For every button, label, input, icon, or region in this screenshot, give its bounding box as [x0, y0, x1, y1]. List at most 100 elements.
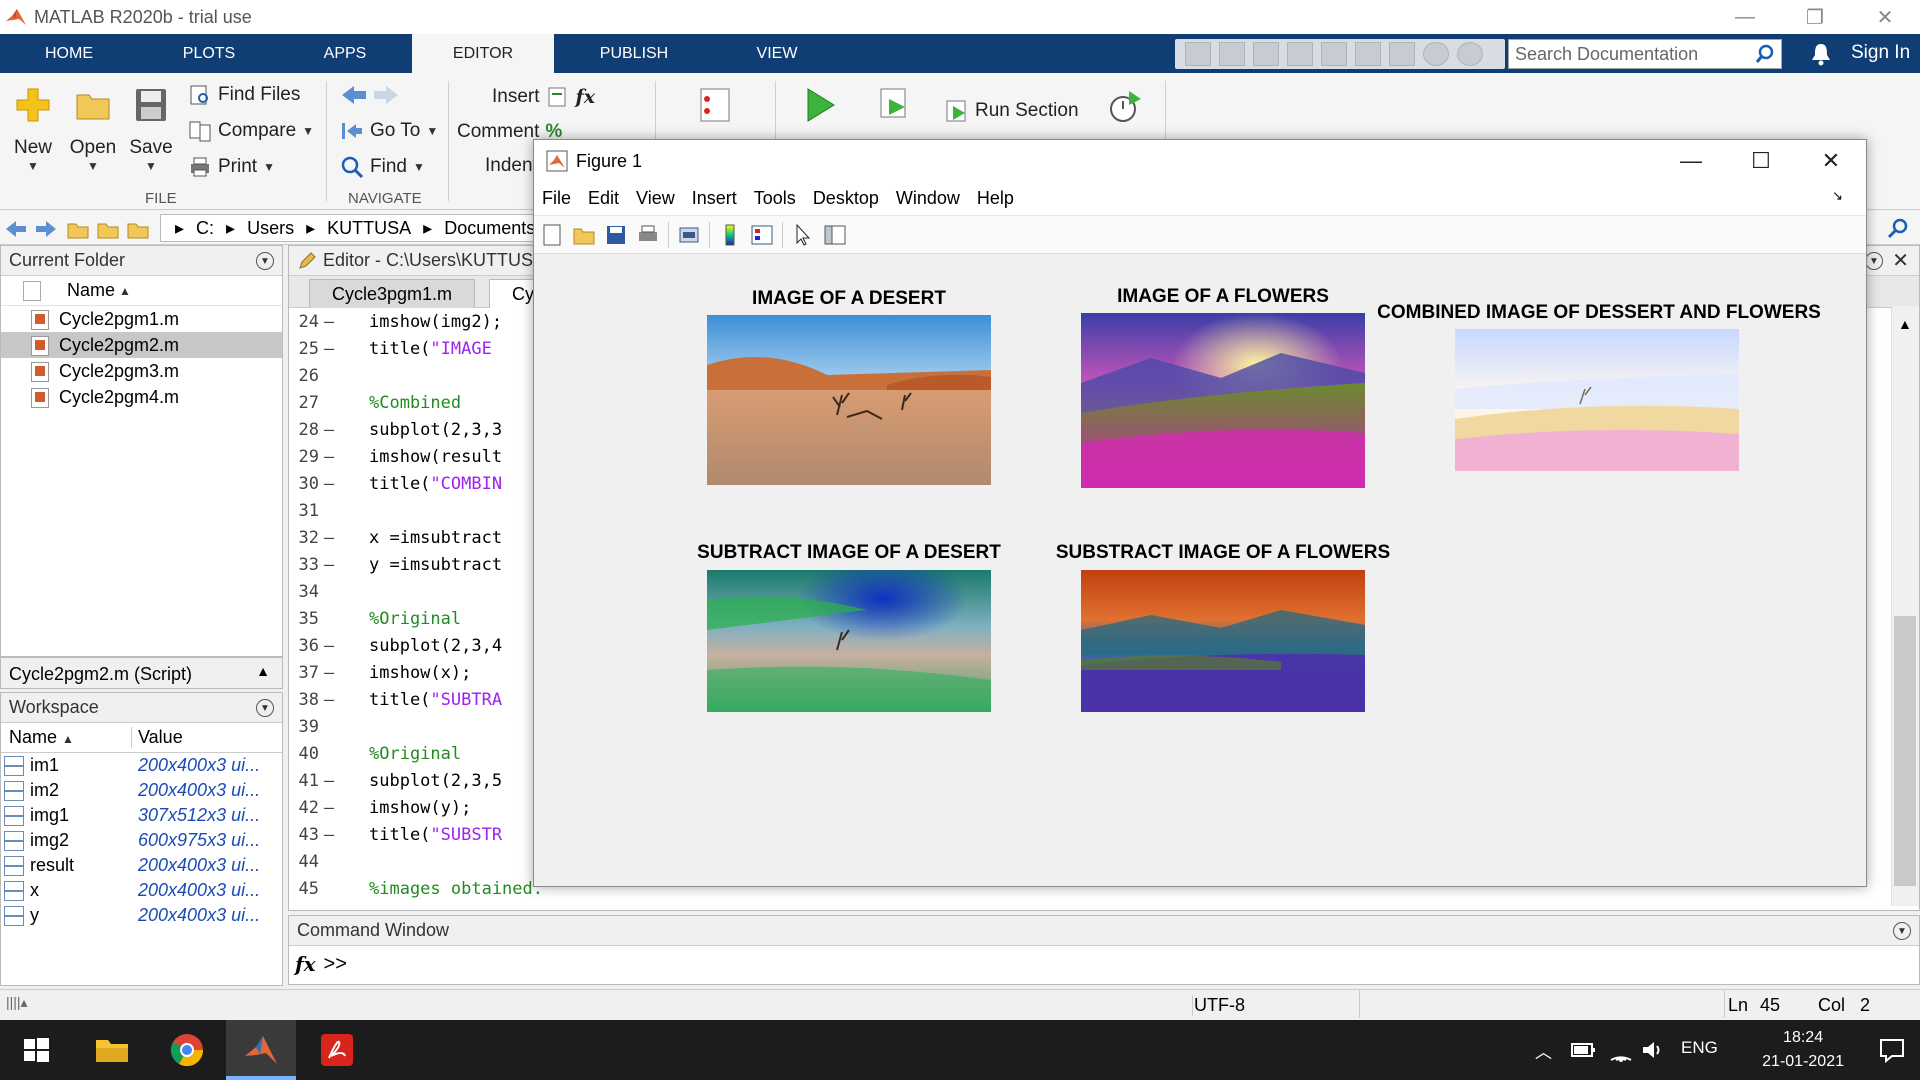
chrome-icon[interactable]: [167, 1030, 207, 1070]
indent-button[interactable]: Indent: [485, 155, 538, 177]
breakpoint-marker[interactable]: –: [319, 528, 339, 548]
notification-bell-icon[interactable]: [1810, 42, 1832, 66]
breakpoint-marker[interactable]: –: [319, 690, 339, 710]
undo-icon[interactable]: [1321, 42, 1347, 66]
file-details-bar[interactable]: Cycle2pgm2.m (Script) ▲: [0, 657, 283, 689]
edit-plot-pointer-icon[interactable]: [791, 223, 815, 247]
breakpoint-marker[interactable]: –: [319, 339, 339, 359]
panel-actions-icon[interactable]: ▼: [256, 252, 274, 270]
tab-plots[interactable]: PLOTS: [140, 34, 278, 73]
notification-center-icon[interactable]: [1878, 1036, 1906, 1064]
breakpoint-marker[interactable]: –: [319, 447, 339, 467]
find-button[interactable]: Find ▼: [340, 155, 425, 179]
path-segment[interactable]: Documents: [444, 218, 535, 239]
path-segment[interactable]: KUTTUSA: [327, 218, 411, 239]
breakpoint-marker[interactable]: –: [319, 771, 339, 791]
search-folder-icon[interactable]: [1886, 217, 1910, 239]
run-and-time-button[interactable]: [1100, 85, 1150, 137]
find-files-button[interactable]: Find Files: [188, 83, 300, 107]
breakpoint-marker[interactable]: –: [319, 636, 339, 656]
workspace-variable-row[interactable]: result 200x400x3 ui...: [1, 853, 282, 878]
new-button[interactable]: New ▼: [10, 85, 56, 173]
insert-function-icon[interactable]: fx: [576, 86, 596, 108]
command-window[interactable]: Command Window ▼ fx >>: [288, 915, 1920, 985]
breakpoints-button[interactable]: [690, 85, 740, 137]
tab-editor[interactable]: EDITOR: [412, 34, 554, 73]
cut-icon[interactable]: [1219, 42, 1245, 66]
go-to-button[interactable]: Go To ▼: [340, 119, 438, 143]
insert-button[interactable]: Insert fx: [492, 85, 595, 109]
run-button[interactable]: [795, 85, 845, 137]
tab-publish[interactable]: PUBLISH: [556, 34, 712, 73]
paste-icon[interactable]: [1287, 42, 1313, 66]
restore-button[interactable]: ❐: [1780, 0, 1850, 34]
close-button[interactable]: ✕: [1850, 0, 1920, 34]
menu-view[interactable]: View: [636, 188, 675, 209]
workspace-variable-row[interactable]: im1 200x400x3 ui...: [1, 753, 282, 778]
scrollbar-thumb[interactable]: [1894, 616, 1916, 886]
wifi-icon[interactable]: [1608, 1038, 1634, 1062]
workspace-variable-row[interactable]: img2 600x975x3 ui...: [1, 828, 282, 853]
insert-colorbar-icon[interactable]: [718, 223, 742, 247]
breakpoint-marker[interactable]: –: [319, 474, 339, 494]
file-explorer-icon[interactable]: [92, 1030, 132, 1070]
system-clock[interactable]: 18:24 21-01-2021: [1762, 1026, 1844, 1074]
save-figure-icon[interactable]: [604, 223, 628, 247]
battery-icon[interactable]: [1570, 1040, 1596, 1060]
file-item[interactable]: Cycle2pgm3.m: [1, 358, 282, 384]
save-icon[interactable]: [1185, 42, 1211, 66]
panel-actions-icon[interactable]: ▼: [256, 699, 274, 717]
print-button[interactable]: Print ▼: [188, 155, 275, 179]
new-figure-icon[interactable]: [540, 223, 564, 247]
breakpoint-marker[interactable]: –: [319, 312, 339, 332]
dock-figure-icon[interactable]: ↘: [1832, 188, 1843, 204]
switch-windows-icon[interactable]: [1389, 42, 1415, 66]
redo-icon[interactable]: [1355, 42, 1381, 66]
close-button[interactable]: ✕: [1796, 140, 1866, 182]
open-file-icon[interactable]: [572, 223, 596, 247]
folder-navigation-icons[interactable]: [4, 218, 154, 240]
editor-file-tab[interactable]: Cycle3pgm1.m: [309, 279, 476, 308]
chevron-up-icon[interactable]: ▲: [256, 663, 270, 679]
matlab-taskbar-icon[interactable]: [241, 1030, 281, 1070]
value-column-header[interactable]: Value: [138, 727, 183, 748]
close-icon[interactable]: ✕: [1892, 248, 1909, 273]
copy-icon[interactable]: [1253, 42, 1279, 66]
windows-start-icon[interactable]: [16, 1030, 56, 1070]
print-figure-icon[interactable]: [636, 223, 660, 247]
volume-icon[interactable]: [1640, 1038, 1666, 1062]
breakpoint-marker[interactable]: –: [319, 798, 339, 818]
minimize-button[interactable]: —: [1656, 140, 1726, 182]
search-documentation-input[interactable]: Search Documentation: [1508, 39, 1782, 69]
help-icon[interactable]: [1423, 42, 1449, 66]
path-segment[interactable]: Users: [247, 218, 294, 239]
name-column-header[interactable]: Name ▲: [9, 727, 132, 748]
property-inspector-icon[interactable]: [823, 223, 847, 247]
link-plot-icon[interactable]: [677, 223, 701, 247]
figure-window[interactable]: Figure 1 — ☐ ✕ File Edit View Insert Too…: [533, 139, 1867, 887]
command-prompt[interactable]: fx >>: [295, 952, 347, 976]
compare-button[interactable]: Compare ▼: [188, 119, 314, 143]
menu-desktop[interactable]: Desktop: [813, 188, 879, 209]
tab-apps[interactable]: APPS: [280, 34, 410, 73]
breakpoint-marker[interactable]: –: [319, 555, 339, 575]
save-button[interactable]: Save ▼: [128, 85, 174, 173]
input-language[interactable]: ENG: [1681, 1038, 1718, 1058]
back-forward-nav[interactable]: [340, 83, 400, 107]
function-browser-icon[interactable]: fx: [295, 952, 316, 976]
panel-actions-icon[interactable]: ▼: [1893, 922, 1911, 940]
workspace-variable-row[interactable]: img1 307x512x3 ui...: [1, 803, 282, 828]
editor-vertical-scrollbar[interactable]: ▲ ▼: [1891, 306, 1919, 928]
breakpoint-marker[interactable]: –: [319, 663, 339, 683]
file-item[interactable]: Cycle2pgm1.m: [1, 306, 282, 332]
menu-window[interactable]: Window: [896, 188, 960, 209]
breakpoint-marker[interactable]: –: [319, 825, 339, 845]
path-segment[interactable]: C:: [196, 218, 214, 239]
minimize-button[interactable]: —: [1710, 0, 1780, 34]
workspace-variable-row[interactable]: y 200x400x3 ui...: [1, 903, 282, 928]
insert-legend-icon[interactable]: [750, 223, 774, 247]
tab-home[interactable]: HOME: [0, 34, 138, 73]
workspace-variable-row[interactable]: im2 200x400x3 ui...: [1, 778, 282, 803]
scroll-up-icon[interactable]: ▲: [1898, 316, 1912, 332]
search-icon[interactable]: [1755, 44, 1775, 64]
